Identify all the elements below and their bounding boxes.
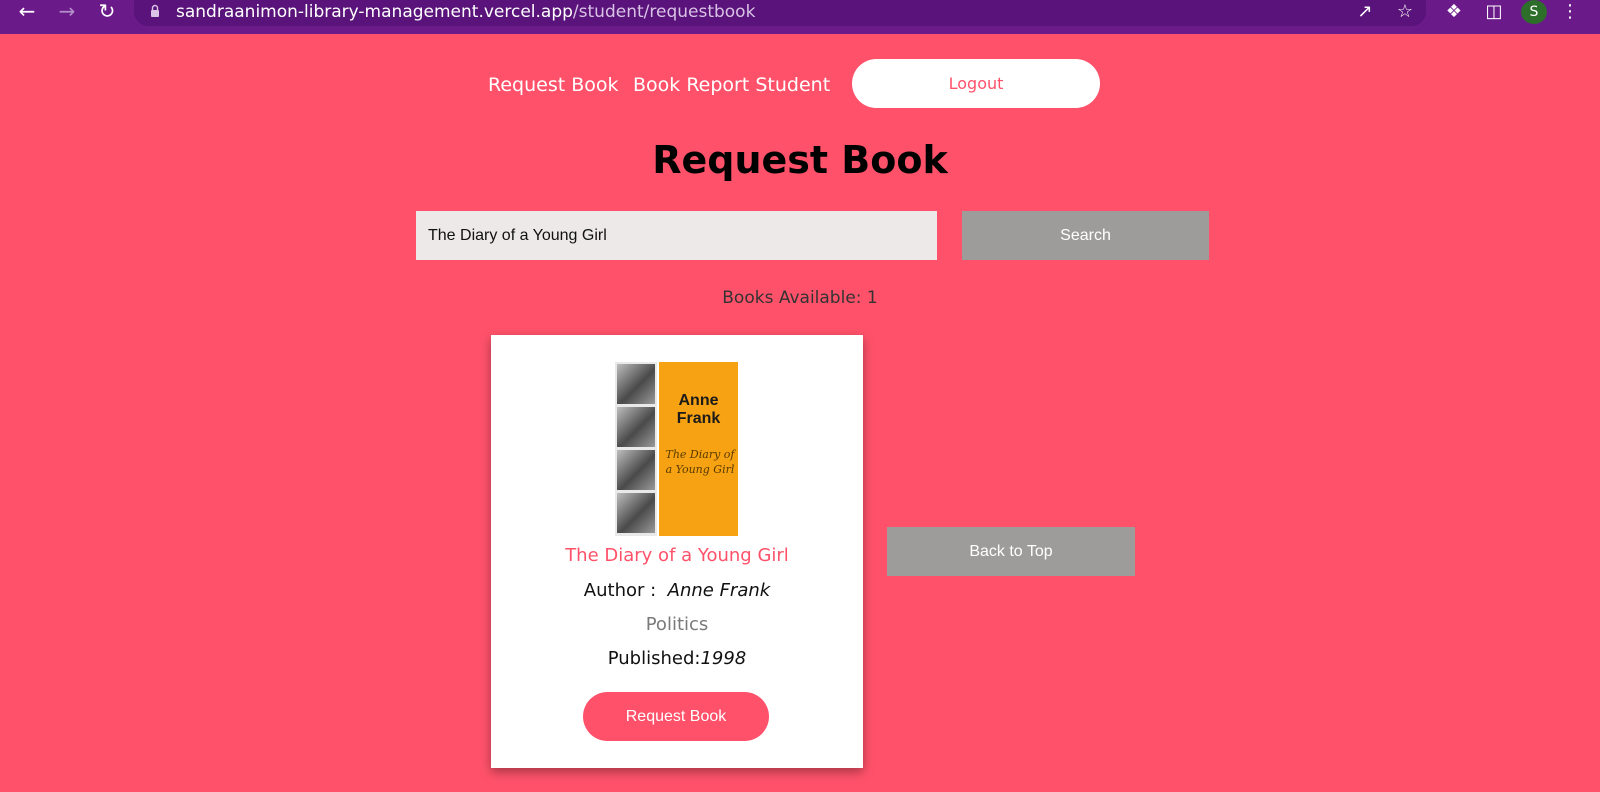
profile-avatar[interactable]: S — [1521, 0, 1547, 24]
page-title: Request Book — [652, 138, 948, 182]
book-published: Published:1998 — [607, 648, 747, 669]
cover-author-last: Frank — [676, 410, 721, 427]
bookmark-star-icon[interactable]: ☆ — [1393, 1, 1417, 23]
more-menu-icon[interactable]: ⋮ — [1558, 1, 1582, 23]
books-available-count: Books Available: 1 — [722, 288, 878, 308]
forward-arrow-icon[interactable]: → — [52, 0, 82, 24]
search-button[interactable]: Search — [962, 211, 1209, 260]
back-arrow-icon[interactable]: ← — [12, 0, 42, 24]
logout-button[interactable]: Logout — [852, 59, 1100, 108]
book-genre: Politics — [645, 614, 709, 635]
lock-icon — [151, 4, 159, 17]
book-author: Author : Anne Frank — [583, 580, 771, 601]
book-title: The Diary of a Young Girl — [565, 545, 789, 566]
nav-request-book[interactable]: Request Book — [488, 72, 619, 98]
side-panel-icon[interactable]: ◫ — [1482, 1, 1506, 23]
nav-book-report-student[interactable]: Book Report Student — [633, 72, 830, 98]
address-url[interactable]: sandraanimon-library-management.vercel.a… — [176, 1, 755, 23]
cover-title-script: The Diary of a Young Girl — [665, 448, 735, 476]
search-input[interactable] — [416, 211, 937, 260]
book-cover-image: Anne Frank The Diary of a Young Girl — [615, 362, 738, 536]
cover-author-first: Anne — [678, 392, 719, 409]
request-book-button[interactable]: Request Book — [583, 692, 769, 741]
reload-icon[interactable]: ↻ — [92, 0, 122, 24]
back-to-top-button[interactable]: Back to Top — [887, 527, 1135, 576]
share-icon[interactable]: ↗ — [1353, 1, 1377, 23]
extensions-puzzle-icon[interactable]: ❖ — [1442, 1, 1466, 23]
book-card: Anne Frank The Diary of a Young Girl The… — [491, 335, 863, 768]
browser-toolbar: ← → ↻ sandraanimon-library-management.ve… — [0, 0, 1600, 34]
